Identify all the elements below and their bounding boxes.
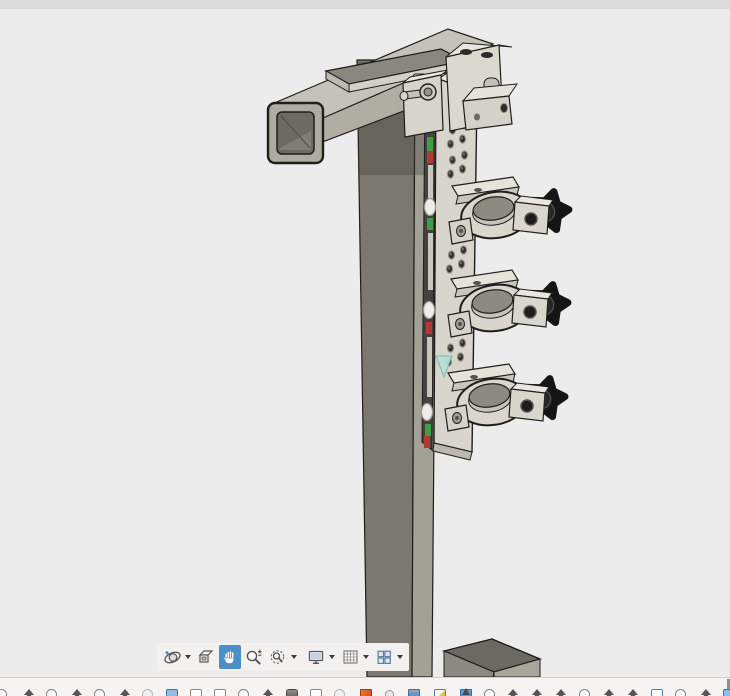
timeline-feature-joint[interactable]	[262, 689, 274, 696]
grid-dropdown-caret[interactable]	[363, 655, 369, 659]
display-settings-icon	[307, 648, 326, 666]
viewports-icon	[375, 648, 394, 666]
pipe-clamp-3[interactable]	[445, 364, 568, 431]
timeline-feature-circle[interactable]	[484, 689, 495, 696]
pan-hand-icon	[221, 648, 239, 666]
timeline-feature-sketch-selected[interactable]	[166, 689, 178, 696]
orbit-icon	[163, 648, 182, 666]
timeline-feature-circle[interactable]	[0, 689, 7, 696]
display-settings-dropdown-caret[interactable]	[329, 655, 335, 659]
timeline-feature-circle[interactable]	[94, 689, 105, 696]
timeline-feature-circle-faint[interactable]	[142, 689, 153, 696]
pipe-clamp-1[interactable]	[449, 177, 572, 244]
viewports-dropdown-caret[interactable]	[397, 655, 403, 659]
timeline-feature-joint[interactable]	[531, 689, 543, 696]
timeline-feature-joint[interactable]	[23, 689, 35, 696]
timeline-feature-joint[interactable]	[627, 689, 639, 696]
timeline-feature-appearance[interactable]	[360, 689, 372, 696]
timeline-feature-circle[interactable]	[46, 689, 57, 696]
timeline-bar[interactable]	[0, 677, 730, 696]
navigation-toolbar	[157, 643, 409, 671]
zoom-icon	[245, 648, 263, 666]
base-tube[interactable]	[444, 639, 540, 677]
timeline-feature-sketch-yellow[interactable]	[434, 689, 446, 696]
zoom-button[interactable]	[243, 645, 265, 669]
fit-button[interactable]	[267, 645, 299, 669]
look-at-button[interactable]	[195, 645, 217, 669]
grid-icon	[341, 648, 360, 666]
pipe-clamp-2[interactable]	[448, 270, 571, 337]
timeline-feature-rect[interactable]	[214, 689, 226, 696]
look-at-icon	[197, 648, 215, 666]
timeline-feature-circle[interactable]	[675, 689, 686, 696]
timeline-feature-extrude[interactable]	[408, 689, 420, 696]
timeline-feature-circle-faint[interactable]	[334, 689, 345, 696]
fit-icon	[269, 648, 288, 666]
timeline-feature-joint[interactable]	[507, 689, 519, 696]
timeline-feature-joint[interactable]	[555, 689, 567, 696]
timeline-feature-joint[interactable]	[603, 689, 615, 696]
grid-and-snaps-button[interactable]	[339, 645, 371, 669]
timeline-feature-circle[interactable]	[238, 689, 249, 696]
orbit-button[interactable]	[161, 645, 193, 669]
timeline-feature-circle[interactable]	[579, 689, 590, 696]
viewports-button[interactable]	[373, 645, 405, 669]
timeline-feature-sketch-selected[interactable]	[723, 689, 730, 696]
timeline-feature-extrude-arrow[interactable]	[460, 689, 472, 696]
timeline-feature-joint[interactable]	[119, 689, 131, 696]
cad-application-window	[0, 0, 730, 696]
orbit-dropdown-caret[interactable]	[185, 655, 191, 659]
model-viewport[interactable]	[0, 0, 730, 677]
fit-dropdown-caret[interactable]	[291, 655, 297, 659]
timeline-feature-form[interactable]	[286, 689, 298, 696]
display-settings-button[interactable]	[305, 645, 337, 669]
timeline-feature-circle-small[interactable]	[385, 690, 394, 696]
timeline-feature-rect[interactable]	[310, 689, 322, 696]
pan-button[interactable]	[219, 645, 241, 669]
timeline-feature-sketch[interactable]	[651, 689, 663, 696]
timeline-feature-rect[interactable]	[190, 689, 202, 696]
timeline-feature-joint[interactable]	[71, 689, 83, 696]
timeline-feature-joint[interactable]	[700, 689, 712, 696]
